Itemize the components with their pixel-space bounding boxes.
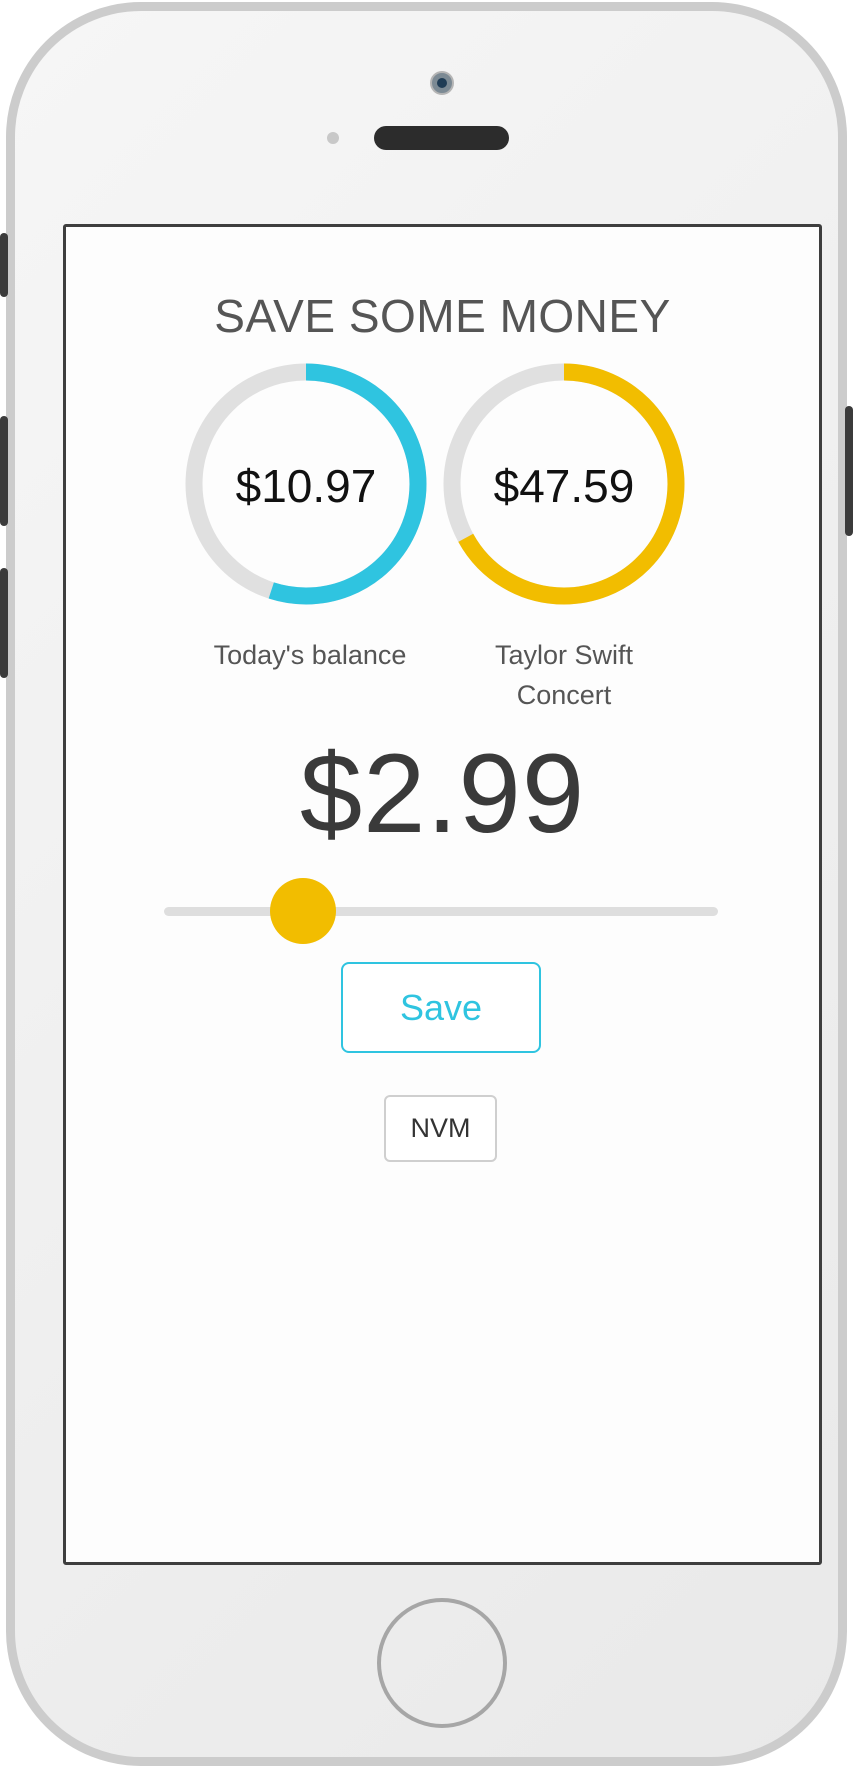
phone-frame: SAVE SOME MONEY $10.97 Today's balance $… [6, 2, 847, 1766]
balance-ring: $10.97 [185, 363, 427, 605]
camera-icon [430, 71, 454, 95]
amount-slider-thumb[interactable] [269, 878, 336, 944]
mute-switch [0, 233, 8, 297]
sensor-dot [327, 132, 339, 144]
app-screen: SAVE SOME MONEY $10.97 Today's balance $… [63, 224, 822, 1565]
balance-value: $10.97 [235, 460, 377, 512]
home-button[interactable] [377, 1598, 507, 1728]
volume-up-button [0, 416, 8, 526]
amount-slider-track[interactable] [164, 907, 718, 916]
power-button [845, 406, 853, 536]
speaker-grille [374, 126, 509, 150]
volume-down-button [0, 568, 8, 678]
goal-ring: $47.59 [443, 363, 685, 605]
save-button[interactable]: Save [341, 962, 541, 1053]
save-amount: $2.99 [299, 731, 586, 856]
goal-label: Taylor Swift Concert [494, 640, 634, 710]
goal-value: $47.59 [493, 460, 635, 512]
balance-label: Today's balance [213, 640, 407, 670]
page-title: SAVE SOME MONEY [214, 290, 671, 342]
nvm-button[interactable]: NVM [384, 1095, 497, 1162]
